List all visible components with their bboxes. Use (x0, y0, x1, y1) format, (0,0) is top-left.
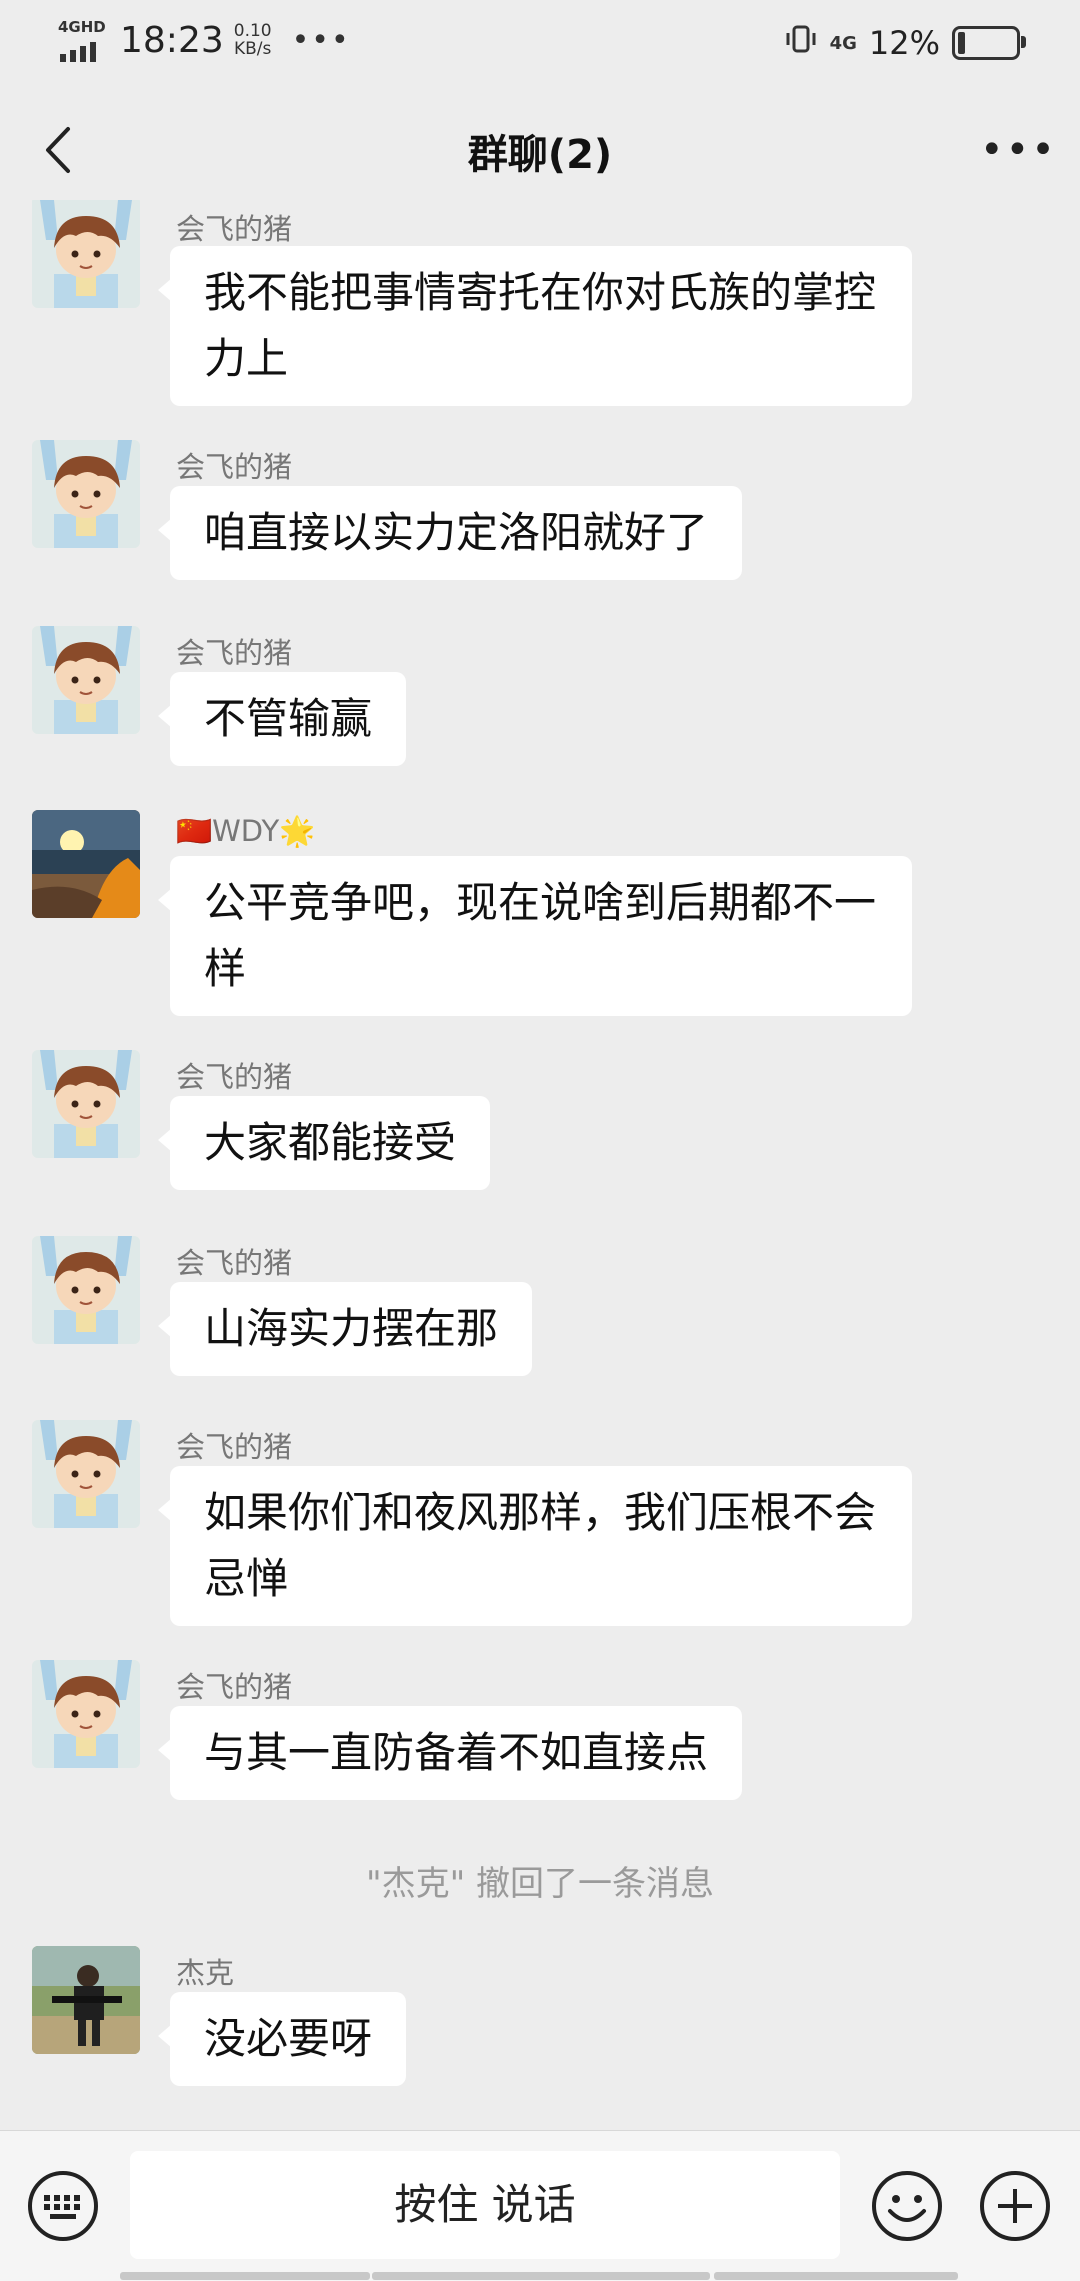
more-options-button[interactable]: ••• (980, 120, 1055, 180)
avatar[interactable] (32, 1236, 140, 1344)
avatar[interactable] (32, 196, 140, 308)
chat-title: 群聊(2) (467, 132, 613, 178)
battery-percent: 12% (868, 24, 940, 62)
cellular-signal-icon: 4GHD (58, 18, 106, 62)
sender-name: 会飞的猪 (176, 1060, 293, 1094)
navigation-strip (0, 2270, 1080, 2280)
avatar[interactable] (32, 1050, 140, 1158)
message-bubble[interactable]: 我不能把事情寄托在你对氏族的掌控力上 (158, 246, 912, 406)
china-flag-icon: 🇨🇳 (176, 814, 213, 848)
speed-unit: KB/s (233, 39, 272, 59)
avatar[interactable] (32, 1420, 140, 1528)
message-bubble[interactable]: 没必要呀 (157, 1992, 407, 2086)
notification-more-icon: ••• (291, 22, 351, 58)
network-type: 4GHD (58, 18, 106, 36)
avatar[interactable] (32, 1946, 140, 2054)
plus-circle-icon (980, 2171, 1050, 2241)
emoji-icon (872, 2171, 942, 2241)
sender-name: 杰克 (176, 1956, 235, 1990)
emoji-button[interactable] (870, 2169, 944, 2243)
recall-notice: "杰克" 撤回了一条消息 (365, 1864, 715, 1904)
network-speed: 0.10 KB/s (234, 22, 272, 58)
vibrate-icon (784, 22, 818, 64)
chat-header: 群聊(2) ••• (0, 100, 1080, 200)
message-bubble[interactable]: 山海实力摆在那 (157, 1282, 533, 1376)
avatar[interactable] (32, 810, 140, 918)
input-bar: 按住 说话 (0, 2130, 1080, 2281)
avatar[interactable] (32, 1660, 140, 1768)
more-horizontal-icon: ••• (980, 127, 1057, 173)
keyboard-icon (28, 2171, 98, 2241)
speed-value: 0.10 (233, 21, 272, 41)
sender-name: 会飞的猪 (176, 636, 293, 670)
battery-icon (952, 26, 1026, 60)
message-bubble[interactable]: 咱直接以实力定洛阳就好了 (157, 486, 743, 580)
sender-name: 会飞的猪 (176, 1430, 293, 1464)
status-bar: 4GHD 18:23 0.10 KB/s ••• 4G 12% (0, 0, 1080, 90)
message-bubble[interactable]: 不管输赢 (157, 672, 407, 766)
network-type-secondary: 4G (829, 32, 857, 54)
message-bubble[interactable]: 如果你们和夜风那样，我们压根不会忌惮 (158, 1466, 912, 1626)
keyboard-toggle-button[interactable] (26, 2169, 100, 2243)
sender-name: 会飞的猪 (176, 450, 293, 484)
sender-name: 🇨🇳WDY🌟 (176, 814, 316, 848)
hold-to-talk-button[interactable]: 按住 说话 (130, 2151, 840, 2259)
message-bubble[interactable]: 大家都能接受 (157, 1096, 491, 1190)
avatar[interactable] (32, 626, 140, 734)
sender-name: 会飞的猪 (176, 212, 293, 246)
clock: 18:23 (120, 19, 224, 61)
avatar[interactable] (32, 440, 140, 548)
star-icon: 🌟 (279, 814, 316, 848)
message-bubble[interactable]: 公平竞争吧，现在说啥到后期都不一样 (158, 856, 912, 1016)
more-functions-button[interactable] (978, 2169, 1052, 2243)
sender-name: 会飞的猪 (176, 1246, 293, 1280)
message-bubble[interactable]: 与其一直防备着不如直接点 (157, 1706, 743, 1800)
sender-name: 会飞的猪 (176, 1670, 293, 1704)
